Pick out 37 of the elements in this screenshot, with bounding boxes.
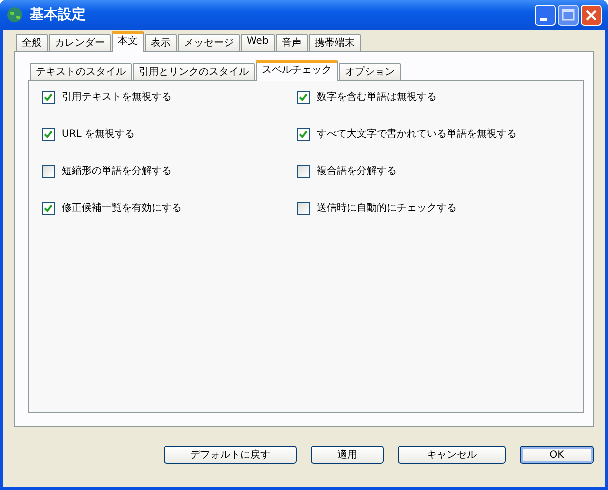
checkbox[interactable] [297, 164, 310, 178]
checkbox-label: URL を無視する [62, 128, 136, 141]
checkbox-label: 短縮形の単語を分解する [62, 164, 172, 178]
tab[interactable]: 本文 [112, 31, 144, 52]
minimize-button[interactable] [535, 4, 556, 26]
tab[interactable]: 音声 [276, 34, 308, 51]
checkbox-label: 送信時に自動的にチェックする [317, 202, 457, 215]
tab[interactable]: カレンダー [49, 34, 111, 51]
tab[interactable]: スペルチェック [256, 60, 338, 81]
tab[interactable]: オプション [339, 63, 401, 80]
dialog-button[interactable]: 適用 [311, 446, 384, 464]
globe-icon [6, 6, 24, 24]
checkbox-label: 複合語を分解する [317, 164, 397, 178]
checkbox[interactable] [42, 128, 55, 140]
checkbox-label: 修正候補一覧を有効にする [62, 202, 182, 215]
checkbox[interactable] [297, 90, 310, 104]
checkbox-label: すべて大文字で書かれている単語を無視する [317, 128, 517, 141]
tab[interactable]: 全般 [16, 34, 48, 51]
tab[interactable]: Web [241, 34, 275, 51]
checkbox[interactable] [297, 202, 310, 214]
maximize-button[interactable] [558, 4, 579, 26]
checkbox[interactable] [42, 202, 55, 214]
checkbox-label: 引用テキストを無視する [62, 90, 172, 104]
tab[interactable]: メッセージ [178, 34, 240, 51]
checkbox[interactable] [42, 90, 55, 104]
close-button[interactable] [581, 4, 602, 26]
checkbox[interactable] [297, 128, 310, 140]
tab[interactable]: 携帯端末 [308, 34, 361, 51]
tab[interactable]: 表示 [145, 34, 177, 51]
tab[interactable]: テキストのスタイル [30, 63, 132, 80]
checkbox[interactable] [42, 164, 55, 178]
dialog-button[interactable]: デフォルトに戻す [164, 446, 297, 464]
window-title: 基本設定 [30, 6, 87, 24]
dialog-button[interactable]: OK [520, 446, 594, 464]
checkbox-label: 数字を含む単語は無視する [317, 90, 437, 104]
dialog-button[interactable]: キャンセル [398, 446, 506, 464]
tab[interactable]: 引用とリンクのスタイル [133, 63, 255, 80]
